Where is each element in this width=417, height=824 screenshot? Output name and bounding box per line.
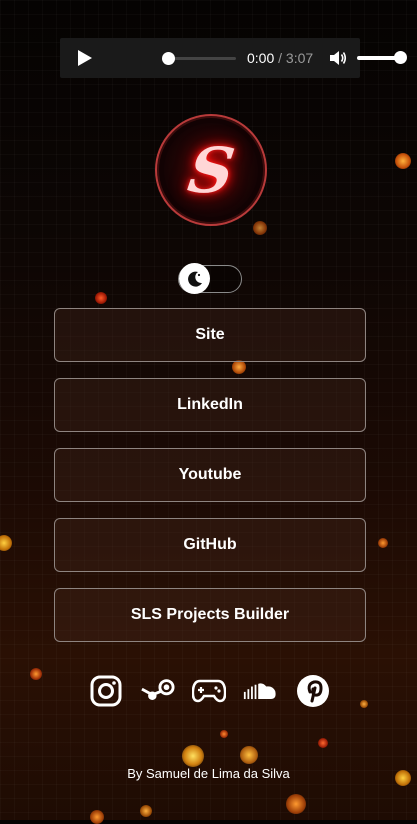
play-icon[interactable] bbox=[78, 50, 92, 66]
audio-player: 0:00 / 3:07 bbox=[60, 38, 407, 78]
ember-particle bbox=[182, 745, 204, 767]
steam-icon[interactable] bbox=[141, 674, 175, 708]
volume-icon[interactable] bbox=[329, 50, 347, 66]
pinterest-icon[interactable] bbox=[296, 674, 330, 708]
ember-particle bbox=[378, 538, 388, 548]
ember-particle bbox=[90, 810, 104, 824]
ember-particle bbox=[318, 738, 328, 748]
link-button-sls-projects-builder[interactable]: SLS Projects Builder bbox=[54, 588, 366, 642]
button-label: SLS Projects Builder bbox=[130, 606, 290, 623]
volume-slider[interactable] bbox=[357, 51, 407, 64]
gamepad-icon[interactable] bbox=[192, 674, 226, 708]
seek-handle[interactable] bbox=[162, 52, 175, 65]
logo-letter: S bbox=[183, 133, 239, 207]
ember-particle bbox=[95, 292, 107, 304]
current-time: 0:00 bbox=[247, 50, 275, 66]
ember-particle bbox=[30, 668, 42, 680]
time-display: 0:00 / 3:07 bbox=[247, 50, 313, 66]
link-button-site[interactable]: Site bbox=[54, 308, 366, 362]
ember-particle bbox=[286, 794, 306, 814]
ember-particle bbox=[232, 360, 246, 374]
link-button-youtube[interactable]: Youtube bbox=[54, 448, 366, 502]
button-label: LinkedIn bbox=[177, 396, 243, 413]
volume-handle[interactable] bbox=[394, 51, 407, 64]
link-button-linkedin[interactable]: LinkedIn bbox=[54, 378, 366, 432]
logo-inner: S bbox=[164, 123, 258, 217]
ember-particle bbox=[240, 746, 258, 764]
instagram-icon[interactable] bbox=[89, 674, 123, 708]
ember-particle bbox=[140, 805, 152, 817]
ember-particle bbox=[253, 221, 267, 235]
soundcloud-icon[interactable] bbox=[243, 674, 277, 708]
time-separator: / bbox=[274, 50, 286, 66]
ember-particle bbox=[360, 700, 368, 708]
duration: 3:07 bbox=[285, 50, 314, 66]
button-label: GitHub bbox=[183, 536, 237, 553]
theme-toggle[interactable] bbox=[178, 263, 242, 294]
moon-icon bbox=[179, 263, 210, 294]
ember-particle bbox=[220, 730, 228, 738]
profile-logo: S bbox=[155, 114, 267, 226]
ember-particle bbox=[395, 153, 411, 169]
footer-credit: By Samuel de Lima da Silva bbox=[127, 766, 290, 781]
link-button-github[interactable]: GitHub bbox=[54, 518, 366, 572]
button-label: Youtube bbox=[178, 466, 242, 483]
seek-bar[interactable] bbox=[162, 52, 236, 65]
button-label: Site bbox=[195, 326, 225, 343]
